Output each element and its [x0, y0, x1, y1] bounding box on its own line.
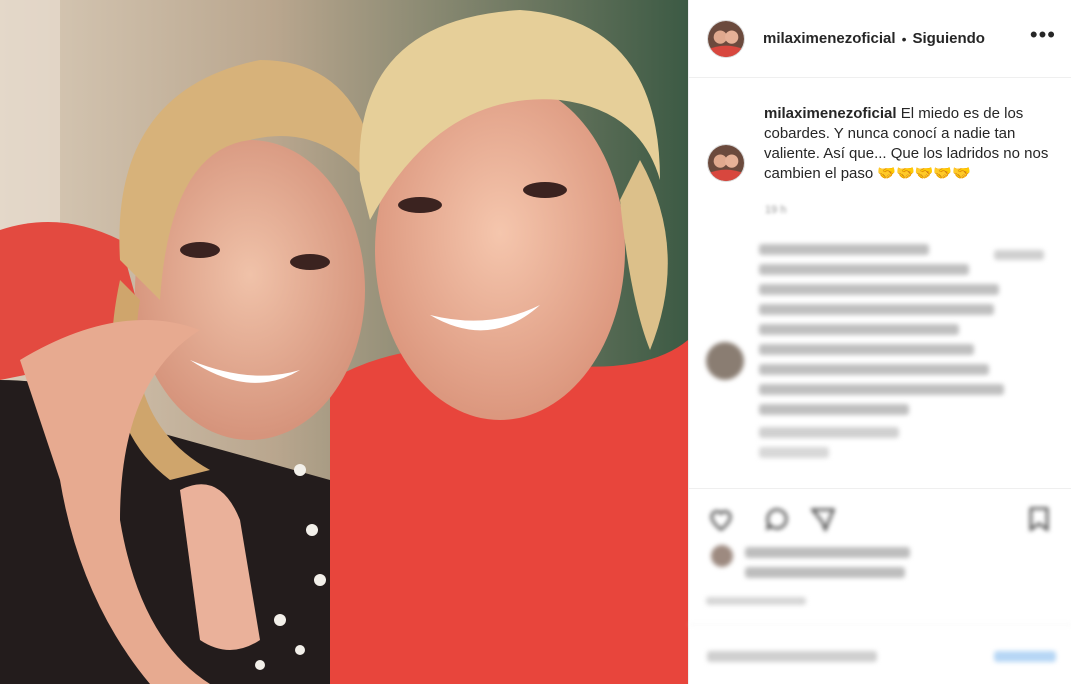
header-username[interactable]: milaximenezoficial — [763, 30, 896, 47]
post-photo[interactable] — [0, 0, 688, 684]
bookmark-icon[interactable] — [1025, 505, 1053, 533]
share-icon[interactable] — [809, 505, 837, 533]
follow-status-button[interactable]: Siguiendo — [912, 30, 985, 47]
caption-username[interactable]: milaximenezoficial — [764, 105, 897, 122]
add-comment-section — [689, 624, 1071, 684]
post-caption: milaximenezoficial El miedo es de los co… — [764, 104, 1049, 184]
post-details-panel: milaximenezoficial • Siguiendo ••• milax… — [688, 0, 1071, 684]
publish-button[interactable] — [994, 651, 1056, 662]
post-image — [0, 0, 688, 684]
comment-icon[interactable] — [763, 505, 791, 533]
comment-like-redacted[interactable] — [994, 250, 1044, 260]
more-options-icon[interactable]: ••• — [1030, 23, 1056, 54]
post-actions — [689, 488, 1071, 624]
comment-avatar[interactable] — [706, 342, 744, 380]
heart-icon[interactable] — [707, 505, 735, 533]
caption-row: milaximenezoficial El miedo es de los co… — [707, 104, 1057, 184]
post-header: milaximenezoficial • Siguiendo ••• — [689, 0, 1071, 78]
caption-avatar[interactable] — [707, 144, 745, 182]
caption-timestamp: 19 h — [765, 204, 787, 216]
avatar[interactable] — [707, 19, 745, 58]
comment-text-redacted — [759, 244, 1009, 467]
add-comment-input[interactable] — [707, 651, 877, 662]
separator-dot: • — [901, 30, 907, 47]
